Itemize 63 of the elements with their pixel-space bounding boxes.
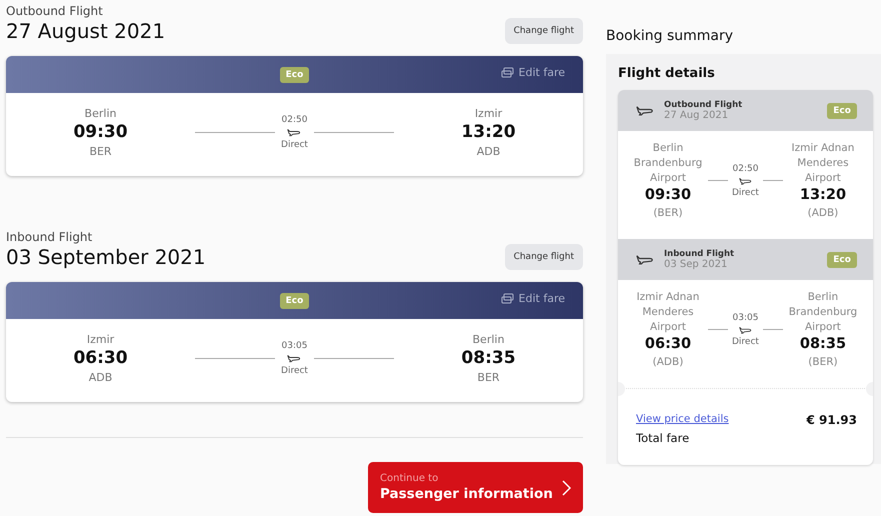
stops-label: Direct xyxy=(281,140,308,150)
origin-city: Izmir xyxy=(86,333,114,346)
airport-code: ADB xyxy=(88,371,112,384)
flight-direction-label: Outbound Flight xyxy=(6,4,104,18)
plane-icon xyxy=(636,254,654,265)
arrival-time: 13:20 xyxy=(461,122,516,142)
origin-airport: Berlin Brandenburg Airport xyxy=(632,141,704,186)
segment-label: Inbound Flight xyxy=(664,249,736,259)
flight-duration: 03:05 xyxy=(282,341,308,352)
stops-label: Direct xyxy=(732,336,759,347)
departure-time: 06:30 xyxy=(644,336,692,352)
airport-code: BER xyxy=(477,371,500,384)
stops-label: Direct xyxy=(732,188,759,198)
stops-label: Direct xyxy=(281,366,308,376)
continue-button[interactable]: Continue to Passenger information xyxy=(368,462,583,513)
flight-duration: 03:05 xyxy=(732,313,758,324)
segment-date: 27 Aug 2021 xyxy=(664,110,730,121)
total-price: € 91.93 xyxy=(806,413,857,429)
destination-city: Izmir xyxy=(474,107,502,120)
flight-direction-label: Inbound Flight xyxy=(6,230,94,244)
arrival-time: 13:20 xyxy=(800,187,846,203)
destination-city: Berlin xyxy=(472,333,504,346)
arrival-time: 08:35 xyxy=(461,348,516,368)
fare-class-badge: Eco xyxy=(280,292,310,308)
origin-airport: Izmir Adnan Menderes Airport xyxy=(636,290,700,335)
plane-icon xyxy=(738,177,752,185)
ticket-icon xyxy=(500,67,514,78)
origin-city: Berlin xyxy=(84,107,116,120)
fare-class-badge: Eco xyxy=(827,102,857,118)
change-flight-button[interactable]: Change flight xyxy=(504,244,583,270)
change-flight-button[interactable]: Change flight xyxy=(504,18,583,44)
plane-icon xyxy=(287,128,302,137)
airport-code: (BER) xyxy=(808,355,838,370)
fare-class-badge: Eco xyxy=(827,252,857,268)
airport-code: (BER) xyxy=(653,206,683,221)
destination-airport: Berlin Brandenburg Airport xyxy=(788,290,858,335)
airport-code: ADB xyxy=(476,145,500,158)
plane-icon xyxy=(636,105,654,116)
flight-date: 03 September 2021 xyxy=(6,245,206,269)
destination-airport: Izmir Adnan Menderes Airport xyxy=(790,141,856,186)
airport-code: (ADB) xyxy=(652,355,684,370)
flight-duration: 02:50 xyxy=(282,115,308,126)
chevron-right-icon xyxy=(562,480,571,496)
airport-code: (ADB) xyxy=(808,206,838,221)
flight-duration: 02:50 xyxy=(732,164,758,174)
flight-date: 27 August 2021 xyxy=(6,19,166,43)
arrival-time: 08:35 xyxy=(800,336,846,352)
segment-label: Outbound Flight xyxy=(664,100,744,110)
plane-icon xyxy=(738,326,752,334)
plane-icon xyxy=(287,354,302,363)
airport-code: BER xyxy=(89,145,112,158)
departure-time: 09:30 xyxy=(644,187,692,203)
total-fare-label: Total fare xyxy=(636,431,690,445)
departure-time: 06:30 xyxy=(73,348,128,368)
edit-fare-button[interactable]: Edit fare xyxy=(500,66,565,79)
edit-fare-button[interactable]: Edit fare xyxy=(500,292,565,305)
price-details-link[interactable]: View price details xyxy=(636,413,729,425)
departure-time: 09:30 xyxy=(73,122,128,142)
segment-date: 03 Sep 2021 xyxy=(664,259,728,270)
flight-details-title: Flight details xyxy=(618,66,716,81)
fare-class-badge: Eco xyxy=(280,66,310,82)
ticket-icon xyxy=(500,293,514,304)
booking-summary-title: Booking summary xyxy=(606,28,734,44)
